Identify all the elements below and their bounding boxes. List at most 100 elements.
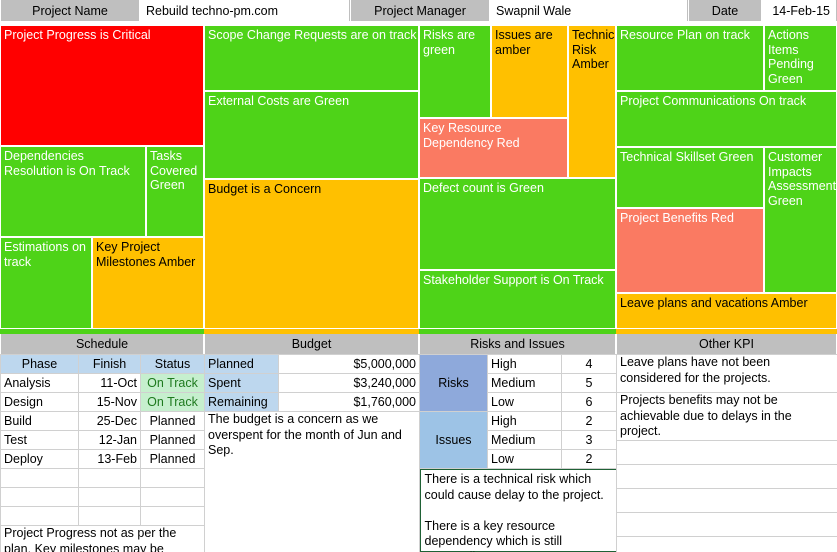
schedule-phase: Test [0,430,79,450]
schedule-phase: Analysis [0,373,79,393]
other-kpi-item: Projects benefits may not be achievable … [616,392,837,441]
empty-cell [616,535,837,552]
status-badge: On Track [140,392,205,412]
status-badge: Planned [140,449,205,469]
project-name-label: Project Name [0,0,140,21]
table-row[interactable]: Build 25-Dec Planned [0,411,205,431]
other-kpi-panel: Other KPI Leave plans have not been cons… [616,329,837,552]
schedule-phase: Build [0,411,79,431]
treemap-tile-tasks-covered[interactable]: Tasks Covered Green [146,146,204,237]
risk-count: 6 [561,392,617,412]
treemap-tile-key-resource-dependency[interactable]: Key Resource Dependency Red [419,118,568,178]
risks-issues-title: Risks and Issues [419,334,616,354]
table-row[interactable]: Leave plans have not been considered for… [616,354,837,393]
budget-value-remaining: $1,760,000 [278,392,420,412]
table-row[interactable]: Remaining $1,760,000 [204,392,420,412]
risks-note: There is a technical risk which could ca… [419,469,617,552]
treemap-tile-leave-plans[interactable]: Leave plans and vacations Amber [616,293,837,329]
risks-note-row: There is a technical risk which could ca… [419,469,617,552]
empty-cell [0,468,79,488]
treemap-tile-action-items-pending[interactable]: Actions Items Pending Green [764,25,837,91]
empty-cell [0,506,79,526]
risk-count: 5 [561,373,617,393]
schedule-phase: Deploy [0,449,79,469]
empty-cell [140,468,205,488]
schedule-finish: 13-Feb [78,449,141,469]
schedule-phase: Design [0,392,79,412]
kpi-panels: Schedule Phase Finish Status Analysis 11… [0,329,837,552]
table-row-empty[interactable] [0,487,205,507]
table-row-empty[interactable] [0,506,205,526]
empty-cell [140,487,205,507]
risk-level: Low [487,392,562,412]
budget-value-planned: $5,000,000 [278,354,420,374]
table-row-empty[interactable] [616,463,837,489]
table-row[interactable]: Test 12-Jan Planned [0,430,205,450]
table-row[interactable]: Projects benefits may not be achievable … [616,392,837,441]
risks-issues-table: Risks High 4 Medium 5 Low 6 Issues High … [419,354,617,552]
budget-value-spent: $3,240,000 [278,373,420,393]
risk-level: Medium [487,373,562,393]
treemap-tile-budget-concern[interactable]: Budget is a Concern [204,179,419,329]
other-kpi-title: Other KPI [616,334,837,354]
empty-cell [0,487,79,507]
schedule-title: Schedule [0,334,204,354]
status-treemap: Project Progress is Critical Dependencie… [0,25,837,329]
treemap-tile-project-benefits[interactable]: Project Benefits Red [616,208,764,293]
table-row-empty[interactable] [0,468,205,488]
table-row[interactable]: Planned $5,000,000 [204,354,420,374]
schedule-col-finish: Finish [78,354,141,374]
table-row-empty[interactable] [616,487,837,513]
table-row[interactable]: Spent $3,240,000 [204,373,420,393]
schedule-finish: 12-Jan [78,430,141,450]
issue-count: 3 [561,430,617,450]
treemap-tile-dependencies-resolution[interactable]: Dependencies Resolution is On Track [0,146,146,237]
issue-count: 2 [561,411,617,431]
treemap-tile-customer-impacts[interactable]: Customer Impacts Assessment Green [764,147,837,293]
budget-label-remaining: Remaining [204,392,279,412]
dashboard-header: Project Name Rebuild techno-pm.com Proje… [0,0,837,22]
table-row[interactable]: Issues High 2 [419,411,617,469]
empty-cell [78,468,141,488]
issue-level: Low [487,449,562,469]
budget-label-planned: Planned [204,354,279,374]
schedule-note: Project Progress not as per the plan. Ke… [0,525,205,552]
table-row[interactable]: Design 15-Nov On Track [0,392,205,412]
table-row-empty[interactable] [616,535,837,552]
budget-label-spent: Spent [204,373,279,393]
treemap-tile-project-progress[interactable]: Project Progress is Critical [0,25,204,146]
treemap-tile-stakeholder-support[interactable]: Stakeholder Support is On Track [419,270,616,329]
schedule-note-row: Project Progress not as per the plan. Ke… [0,525,205,552]
risk-count: 4 [561,354,617,374]
treemap-tile-issues[interactable]: Issues are amber [491,25,568,118]
treemap-tile-estimations[interactable]: Estimations on track [0,237,92,329]
budget-table: Planned $5,000,000 Spent $3,240,000 Rema… [204,354,420,552]
empty-cell [616,511,837,537]
table-row[interactable]: Deploy 13-Feb Planned [0,449,205,469]
treemap-tile-technical-risk[interactable]: Technical Risk Amber [568,25,616,178]
empty-cell [616,439,837,465]
treemap-tile-defect-count[interactable]: Defect count is Green [419,178,616,270]
status-badge: Planned [140,430,205,450]
risks-issues-panel: Risks and Issues Risks High 4 Medium 5 L… [419,329,617,552]
project-manager-value[interactable]: Swapnil Wale [490,0,688,21]
table-row-empty[interactable] [616,511,837,537]
treemap-tile-risks[interactable]: Risks are green [419,25,491,118]
risks-group-label: Risks [419,354,488,412]
treemap-tile-resource-plan[interactable]: Resource Plan on track [616,25,764,91]
project-name-value[interactable]: Rebuild techno-pm.com [140,0,350,21]
treemap-tile-external-costs[interactable]: External Costs are Green [204,91,419,179]
table-row[interactable]: Risks High 4 [419,354,617,412]
date-value[interactable]: 14-Feb-15 [762,0,837,21]
other-kpi-item: Leave plans have not been considered for… [616,354,837,393]
treemap-tile-project-communications[interactable]: Project Communications On track [616,91,837,147]
empty-cell [78,506,141,526]
project-manager-label: Project Manager [350,0,490,21]
issues-group-label: Issues [419,411,488,469]
treemap-tile-technical-skillset[interactable]: Technical Skillset Green [616,147,764,208]
table-row-empty[interactable] [616,439,837,465]
treemap-tile-scope-change[interactable]: Scope Change Requests are on track [204,25,419,91]
issue-level: Medium [487,430,562,450]
treemap-tile-key-milestones[interactable]: Key Project Milestones Amber [92,237,204,329]
table-row[interactable]: Analysis 11-Oct On Track [0,373,205,393]
